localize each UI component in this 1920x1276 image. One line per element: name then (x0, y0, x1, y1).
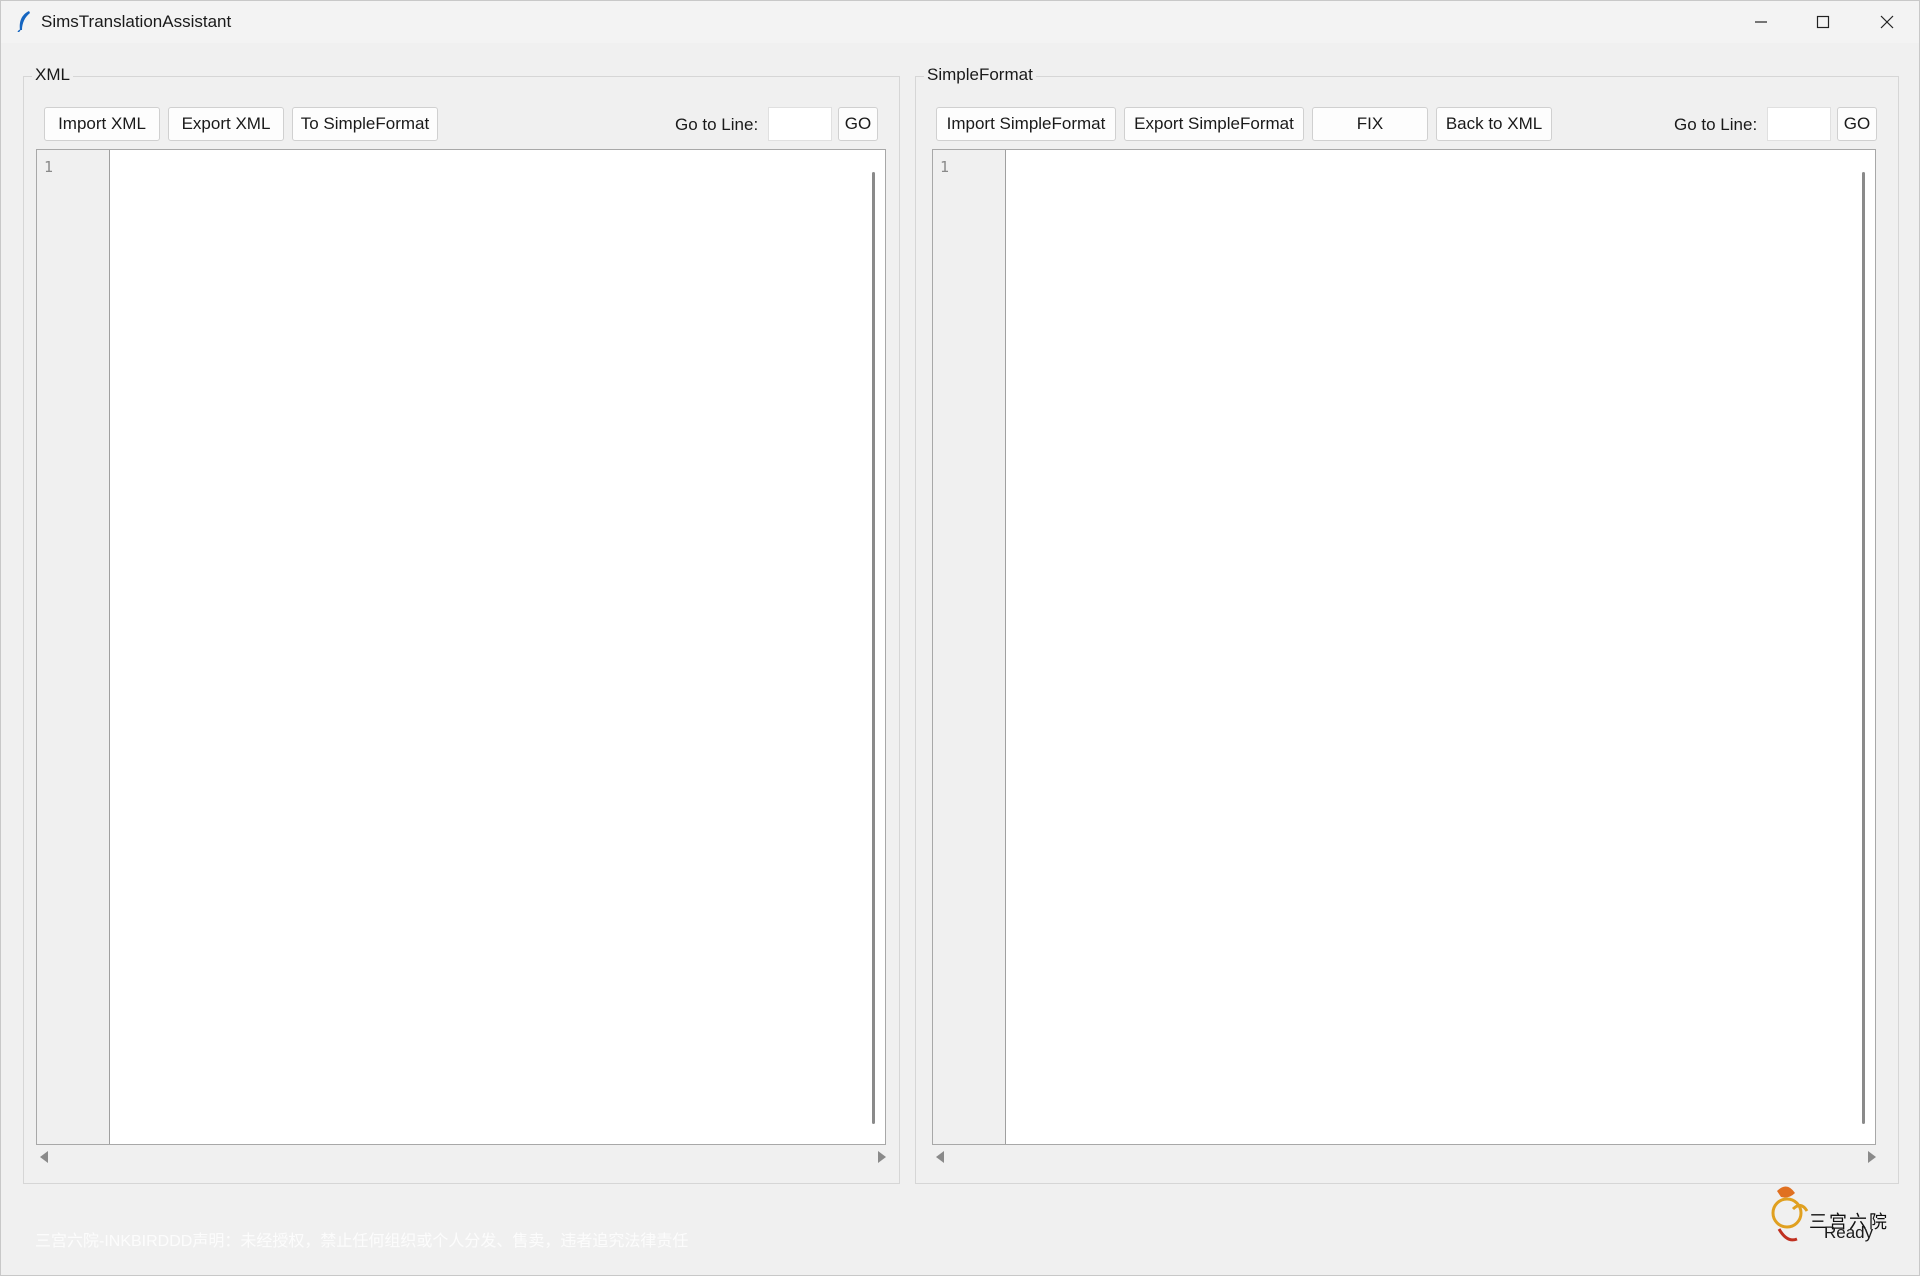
simpleformat-editor[interactable]: 1 (932, 149, 1876, 1145)
feather-icon (17, 11, 30, 32)
close-icon (1880, 15, 1894, 29)
xml-goto-input[interactable] (768, 107, 832, 141)
simpleformat-panel: SimpleFormat Import SimpleFormat Export … (915, 65, 1899, 1184)
scroll-right-icon[interactable] (1868, 1151, 1876, 1163)
import-xml-button[interactable]: Import XML (44, 107, 160, 141)
xml-horizontal-scrollbar[interactable] (36, 1147, 886, 1167)
xml-goto-label: Go to Line: (675, 115, 759, 134)
line-number: 1 (940, 158, 950, 176)
sf-line-gutter: 1 (933, 150, 1006, 1144)
minimize-icon (1755, 21, 1767, 23)
scroll-right-icon[interactable] (878, 1151, 886, 1163)
maximize-button[interactable] (1792, 1, 1854, 43)
xml-vertical-scrollbar[interactable] (872, 172, 875, 1124)
import-simpleformat-button[interactable]: Import SimpleFormat (936, 107, 1116, 141)
sf-go-button[interactable]: GO (1837, 107, 1877, 141)
minimize-button[interactable] (1730, 1, 1792, 43)
export-simpleformat-button[interactable]: Export SimpleFormat (1124, 107, 1304, 141)
xml-line-gutter: 1 (37, 150, 110, 1144)
xml-editor[interactable]: 1 (36, 149, 886, 1145)
sf-vertical-scrollbar[interactable] (1862, 172, 1865, 1124)
export-xml-button[interactable]: Export XML (168, 107, 284, 141)
window-title: SimsTranslationAssistant (41, 12, 232, 31)
maximize-icon (1816, 15, 1830, 29)
title-bar: SimsTranslationAssistant (1, 1, 1919, 43)
app-window: SimsTranslationAssistant XML Import XML … (0, 0, 1920, 1276)
sf-goto-input[interactable] (1767, 107, 1831, 141)
xml-go-button[interactable]: GO (838, 107, 878, 141)
back-to-xml-button[interactable]: Back to XML (1436, 107, 1552, 141)
simpleformat-panel-label: SimpleFormat (924, 65, 1036, 85)
close-button[interactable] (1856, 1, 1918, 43)
xml-panel-label: XML (32, 65, 73, 85)
xml-panel: XML Import XML Export XML To SimpleForma… (23, 65, 900, 1184)
scroll-left-icon[interactable] (40, 1151, 48, 1163)
fix-button[interactable]: FIX (1312, 107, 1428, 141)
line-number: 1 (44, 158, 54, 176)
to-simpleformat-button[interactable]: To SimpleFormat (292, 107, 438, 141)
sf-horizontal-scrollbar[interactable] (932, 1147, 1876, 1167)
status-text: Ready (1824, 1223, 1874, 1242)
scroll-left-icon[interactable] (936, 1151, 944, 1163)
watermark-text: 三宫六院-INKBIRDDD声明：未经授权，禁止任何组织或个人分发、售卖，违者追… (35, 1233, 689, 1250)
sf-goto-label: Go to Line: (1674, 115, 1758, 134)
